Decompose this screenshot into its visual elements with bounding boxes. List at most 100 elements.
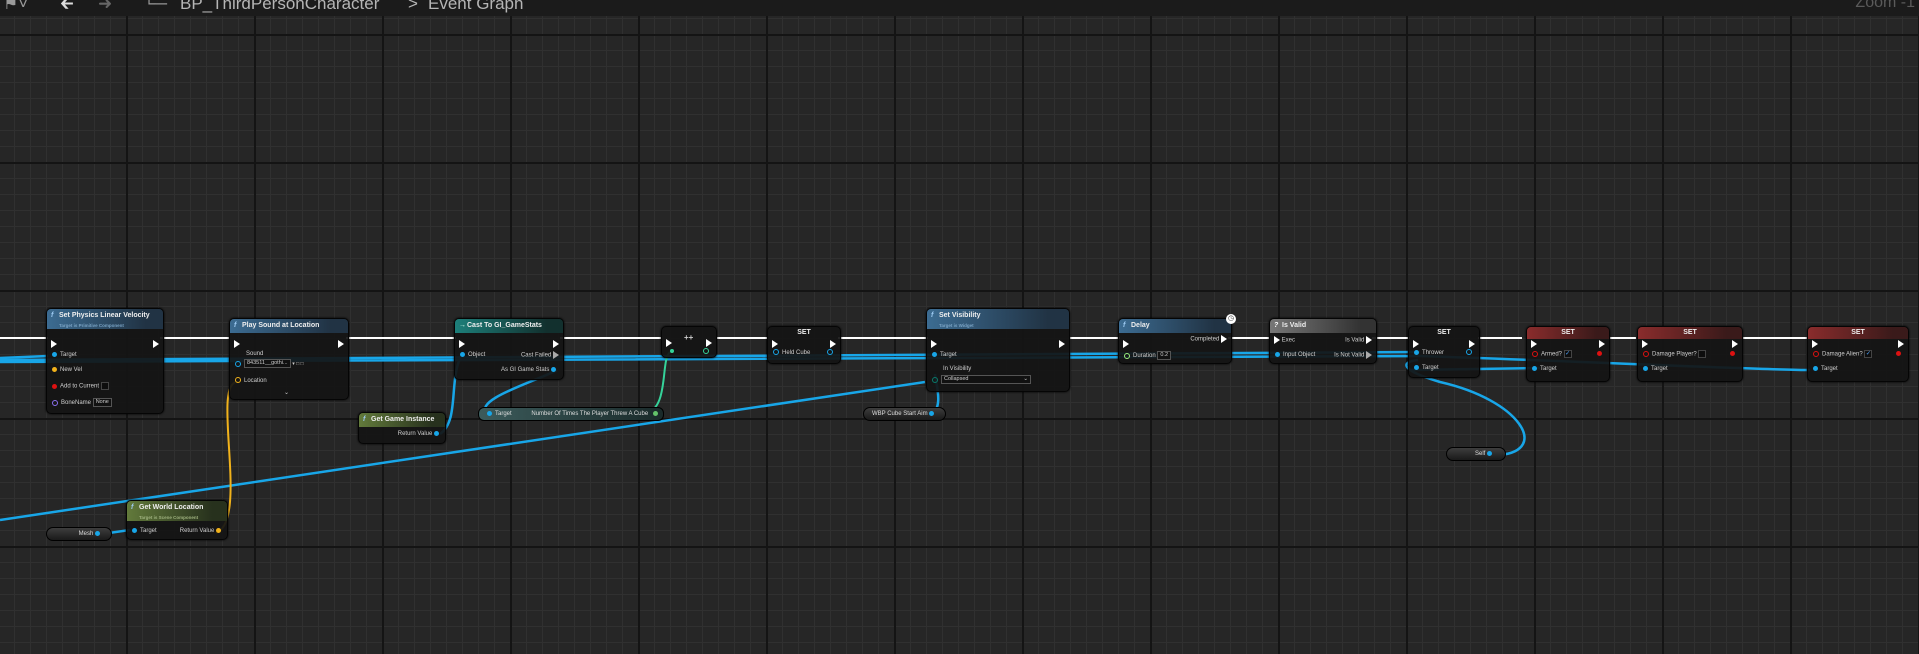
exec-out-pin[interactable]: [1059, 335, 1065, 353]
node-title: Set Visibility: [939, 312, 981, 319]
exec-out-pin[interactable]: [338, 335, 344, 353]
node-set-visibility[interactable]: f Set Visibility Target is Widget Target…: [926, 308, 1070, 392]
damage-alien-checkbox[interactable]: ✓: [1864, 350, 1873, 358]
pin-damage-player[interactable]: Damage Player?: [1643, 350, 1707, 359]
armed-checkbox[interactable]: ✓: [1563, 350, 1572, 358]
node-wbp-cube-start-aim[interactable]: WBP Cube Start Aim: [863, 407, 947, 421]
node-header: f Get World Location Target is Scene Com…: [127, 501, 227, 521]
function-icon: f: [131, 504, 134, 511]
pin-output[interactable]: [929, 410, 935, 416]
breadcrumb-blueprint[interactable]: BP_ThirdPersonCharacter: [180, 0, 379, 14]
pin-add-to-current[interactable]: Add to Current: [52, 382, 109, 391]
arrow-back-icon[interactable]: 🡰: [60, 0, 74, 14]
pin-sound[interactable]: 843511__gothi... ▾ □ □: [235, 359, 304, 368]
pin-return-value[interactable]: Return Value: [180, 527, 224, 535]
visibility-dropdown[interactable]: Collapsed ⌄: [941, 375, 1031, 384]
pin-output[interactable]: [652, 410, 658, 416]
pin-target[interactable]: Target: [932, 351, 957, 359]
node-title: SET: [1561, 329, 1575, 336]
pin-location[interactable]: Location: [235, 377, 267, 385]
node-title: SET: [1683, 329, 1697, 336]
node-get-game-instance[interactable]: f Get Game Instance Return Value: [358, 412, 446, 444]
pin-damage-alien-out[interactable]: [1896, 350, 1904, 358]
node-set-held-cube[interactable]: SET Held Cube: [767, 326, 841, 364]
node-title: Delay: [1131, 322, 1150, 329]
breadcrumb-graph[interactable]: Event Graph: [428, 0, 523, 14]
add-to-current-checkbox[interactable]: [100, 382, 109, 390]
function-icon: f: [363, 416, 366, 423]
pin-output[interactable]: [1487, 450, 1492, 456]
pin-new-vel[interactable]: New Vel: [52, 366, 82, 374]
pin-held-cube[interactable]: Held Cube: [773, 349, 810, 357]
pin-duration[interactable]: Duration 0.2: [1124, 351, 1172, 360]
breadcrumb-separator: >: [408, 0, 418, 13]
node-title: Set Physics Linear Velocity: [59, 312, 150, 319]
damage-player-checkbox[interactable]: [1698, 350, 1707, 358]
pin-in-visibility[interactable]: Collapsed ⌄: [932, 375, 1031, 384]
exec-out-pin[interactable]: [153, 335, 159, 353]
pin-target[interactable]: Target: [1643, 365, 1668, 373]
node-mesh[interactable]: Mesh: [46, 527, 112, 541]
pin-thrower[interactable]: Thrower: [1414, 349, 1444, 357]
node-set-armed[interactable]: SET Armed? ✓ Target: [1526, 326, 1610, 382]
node-get-number-of-throws[interactable]: Target Number Of Times The Player Threw …: [478, 407, 664, 421]
function-icon: f: [234, 322, 237, 329]
pin-return-value[interactable]: Return Value: [398, 430, 442, 438]
node-delay[interactable]: f Delay ◷ Completed Duration 0.2: [1118, 314, 1236, 364]
graph-toolbar: ⚑˅ 🡰 ➜ └─ BP_ThirdPersonCharacter > Even…: [0, 0, 1919, 16]
node-header: f Set Visibility Target is Widget: [927, 309, 1069, 329]
node-set-physics-linear-velocity[interactable]: f Set Physics Linear Velocity Target is …: [46, 308, 164, 414]
pin-target[interactable]: [487, 410, 492, 416]
node-cast-to-gi-gamestats[interactable]: → Cast To GI_GameStats Object Cast Faile…: [454, 318, 564, 380]
pin-object[interactable]: Object: [460, 351, 485, 359]
node-set-damage-player[interactable]: SET Damage Player? Target: [1637, 326, 1743, 382]
node-is-valid[interactable]: ? Is Valid Exec Is Valid Input Object Is…: [1269, 318, 1377, 364]
pin-held-cube-out[interactable]: [827, 349, 836, 357]
pin-target[interactable]: Target: [1813, 365, 1838, 373]
pin-sound-label: Sound: [246, 351, 264, 357]
pin-result[interactable]: [703, 348, 712, 356]
pin-armed-out[interactable]: [1597, 350, 1605, 358]
node-set-damage-alien[interactable]: SET Damage Alien? ✓ Target: [1807, 326, 1909, 382]
pin-exec[interactable]: Exec: [1274, 336, 1295, 345]
cast-icon: →: [459, 322, 466, 329]
node-subtitle: Target is Scene Component: [139, 515, 199, 520]
node-set-thrower[interactable]: SET Thrower Target: [1408, 326, 1480, 378]
pin-target[interactable]: Target: [132, 527, 157, 535]
pin-armed[interactable]: Armed? ✓: [1532, 350, 1572, 359]
expand-chevron-icon[interactable]: ⌄: [284, 389, 289, 397]
pin-damage-player-out[interactable]: [1730, 350, 1738, 358]
node-header: f Get Game Instance: [359, 413, 445, 427]
node-play-sound-at-location[interactable]: f Play Sound at Location Sound 843511__g…: [229, 318, 349, 400]
pin-cast-failed[interactable]: Cast Failed: [521, 351, 559, 360]
pin-damage-alien[interactable]: Damage Alien? ✓: [1813, 350, 1873, 359]
pin-output[interactable]: [95, 530, 100, 536]
increment-symbol: ++: [684, 333, 694, 342]
pin-target[interactable]: Target: [1532, 365, 1557, 373]
pin-in-visibility-label: In Visibility: [943, 366, 972, 372]
node-get-world-location[interactable]: f Get World Location Target is Scene Com…: [126, 500, 228, 540]
pin-input-object[interactable]: Input Object: [1275, 351, 1315, 359]
variable-name: Number Of Times The Player Threw A Cube: [531, 411, 649, 417]
exec-in-pin[interactable]: [234, 335, 240, 353]
duration-input[interactable]: 0.2: [1157, 351, 1172, 360]
node-title: Cast To GI_GameStats: [467, 322, 542, 329]
bookmark-icon[interactable]: ⚑˅: [3, 0, 28, 14]
pin-as-gi-game-stats[interactable]: As GI Game Stats: [501, 366, 559, 374]
pin-is-valid[interactable]: Is Valid: [1345, 336, 1372, 345]
pin-completed[interactable]: Completed: [1190, 335, 1227, 344]
pin-bone-name[interactable]: BoneName None: [52, 398, 112, 407]
pin-is-not-valid[interactable]: Is Not Valid: [1334, 351, 1372, 360]
sound-asset-select[interactable]: 843511__gothi...: [244, 359, 291, 368]
function-icon: f: [931, 312, 934, 319]
node-increment[interactable]: ++: [661, 326, 717, 358]
bone-name-input[interactable]: None: [92, 398, 112, 407]
arrow-forward-icon[interactable]: ➜: [98, 0, 112, 14]
node-header: f Set Physics Linear Velocity Target is …: [47, 309, 163, 329]
function-icon: f: [51, 312, 54, 319]
pin-target[interactable]: Target: [1414, 364, 1439, 372]
pin-thrower-out[interactable]: [1466, 349, 1475, 357]
pin-value[interactable]: [670, 348, 677, 356]
pin-target[interactable]: Target: [52, 351, 77, 359]
node-self[interactable]: Self: [1446, 447, 1506, 461]
